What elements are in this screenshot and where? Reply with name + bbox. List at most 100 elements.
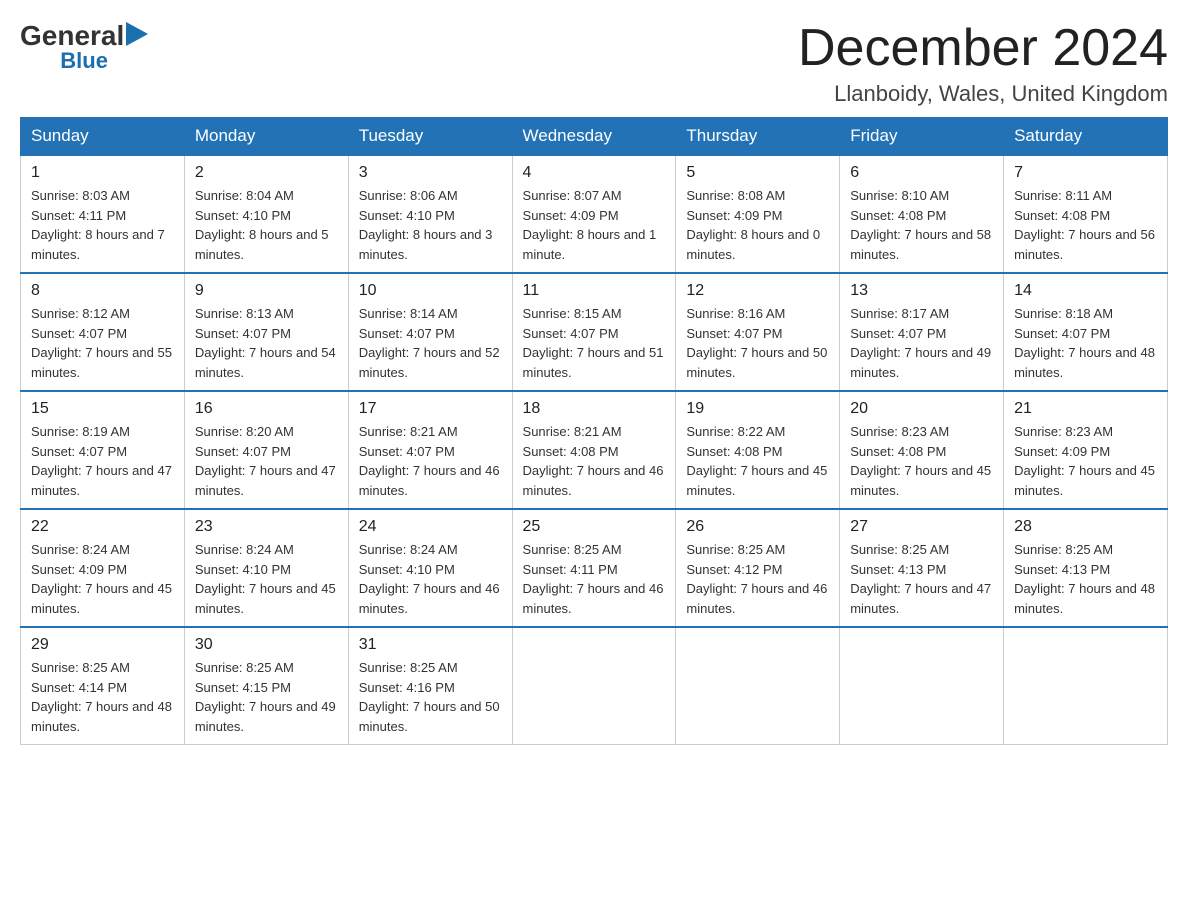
day-info: Sunrise: 8:18 AMSunset: 4:07 PMDaylight:… bbox=[1014, 304, 1157, 382]
day-number: 13 bbox=[850, 282, 993, 300]
calendar-cell: 3Sunrise: 8:06 AMSunset: 4:10 PMDaylight… bbox=[348, 155, 512, 273]
day-info: Sunrise: 8:17 AMSunset: 4:07 PMDaylight:… bbox=[850, 304, 993, 382]
calendar-week-1: 1 Sunrise: 8:03 AMSunset: 4:11 PMDaylight… bbox=[21, 155, 1168, 273]
calendar-cell: 26 Sunrise: 8:25 AMSunset: 4:12 PMDayligh… bbox=[676, 509, 840, 627]
day-number: 29 bbox=[31, 636, 174, 654]
day-info: Sunrise: 8:19 AMSunset: 4:07 PMDaylight:… bbox=[31, 422, 174, 500]
calendar-cell: 8Sunrise: 8:12 AMSunset: 4:07 PMDaylight… bbox=[21, 273, 185, 391]
calendar-cell: 22Sunrise: 8:24 AMSunset: 4:09 PMDayligh… bbox=[21, 509, 185, 627]
calendar-header-tuesday: Tuesday bbox=[348, 118, 512, 156]
day-info: Sunrise: 8:07 AMSunset: 4:09 PMDaylight:… bbox=[523, 186, 666, 264]
day-info: Sunrise: 8:21 AMSunset: 4:08 PMDaylight:… bbox=[523, 422, 666, 500]
calendar-header-sunday: Sunday bbox=[21, 118, 185, 156]
calendar-cell: 10Sunrise: 8:14 AMSunset: 4:07 PMDayligh… bbox=[348, 273, 512, 391]
day-info: Sunrise: 8:15 AMSunset: 4:07 PMDaylight:… bbox=[523, 304, 666, 382]
day-info: Sunrise: 8:25 AMSunset: 4:13 PMDaylight:… bbox=[1014, 540, 1157, 618]
day-number: 16 bbox=[195, 400, 338, 418]
day-number: 1 bbox=[31, 164, 174, 182]
day-number: 28 bbox=[1014, 518, 1157, 536]
day-number: 11 bbox=[523, 282, 666, 300]
day-number: 14 bbox=[1014, 282, 1157, 300]
calendar-header-friday: Friday bbox=[840, 118, 1004, 156]
day-number: 8 bbox=[31, 282, 174, 300]
calendar-cell: 17Sunrise: 8:21 AMSunset: 4:07 PMDayligh… bbox=[348, 391, 512, 509]
calendar-header-wednesday: Wednesday bbox=[512, 118, 676, 156]
day-info: Sunrise: 8:04 AMSunset: 4:10 PMDaylight:… bbox=[195, 186, 338, 264]
calendar-cell: 28 Sunrise: 8:25 AMSunset: 4:13 PMDayligh… bbox=[1004, 509, 1168, 627]
logo-blue: Blue bbox=[20, 48, 148, 74]
calendar-cell: 16 Sunrise: 8:20 AMSunset: 4:07 PMDayligh… bbox=[184, 391, 348, 509]
calendar-cell bbox=[1004, 627, 1168, 745]
day-info: Sunrise: 8:25 AMSunset: 4:14 PMDaylight:… bbox=[31, 658, 174, 736]
calendar-cell: 15 Sunrise: 8:19 AMSunset: 4:07 PMDayligh… bbox=[21, 391, 185, 509]
calendar-week-5: 29 Sunrise: 8:25 AMSunset: 4:14 PMDayligh… bbox=[21, 627, 1168, 745]
day-info: Sunrise: 8:25 AMSunset: 4:12 PMDaylight:… bbox=[686, 540, 829, 618]
day-number: 5 bbox=[686, 164, 829, 182]
calendar-subtitle: Llanboidy, Wales, United Kingdom bbox=[798, 81, 1168, 107]
day-info: Sunrise: 8:24 AMSunset: 4:10 PMDaylight:… bbox=[195, 540, 338, 618]
day-info: Sunrise: 8:10 AMSunset: 4:08 PMDaylight:… bbox=[850, 186, 993, 264]
day-number: 31 bbox=[359, 636, 502, 654]
calendar-cell: 14 Sunrise: 8:18 AMSunset: 4:07 PMDayligh… bbox=[1004, 273, 1168, 391]
day-info: Sunrise: 8:08 AMSunset: 4:09 PMDaylight:… bbox=[686, 186, 829, 264]
day-number: 23 bbox=[195, 518, 338, 536]
day-info: Sunrise: 8:23 AMSunset: 4:09 PMDaylight:… bbox=[1014, 422, 1157, 500]
day-number: 26 bbox=[686, 518, 829, 536]
day-number: 27 bbox=[850, 518, 993, 536]
day-number: 24 bbox=[359, 518, 502, 536]
day-number: 9 bbox=[195, 282, 338, 300]
day-number: 25 bbox=[523, 518, 666, 536]
calendar-cell: 29 Sunrise: 8:25 AMSunset: 4:14 PMDayligh… bbox=[21, 627, 185, 745]
page-header: General Blue December 2024 Llanboidy, Wa… bbox=[20, 20, 1168, 107]
day-info: Sunrise: 8:13 AMSunset: 4:07 PMDaylight:… bbox=[195, 304, 338, 382]
day-info: Sunrise: 8:25 AMSunset: 4:15 PMDaylight:… bbox=[195, 658, 338, 736]
day-number: 19 bbox=[686, 400, 829, 418]
calendar-cell: 27 Sunrise: 8:25 AMSunset: 4:13 PMDayligh… bbox=[840, 509, 1004, 627]
day-number: 10 bbox=[359, 282, 502, 300]
calendar-cell: 13 Sunrise: 8:17 AMSunset: 4:07 PMDayligh… bbox=[840, 273, 1004, 391]
day-info: Sunrise: 8:23 AMSunset: 4:08 PMDaylight:… bbox=[850, 422, 993, 500]
day-number: 21 bbox=[1014, 400, 1157, 418]
day-number: 20 bbox=[850, 400, 993, 418]
logo-icon bbox=[126, 22, 148, 46]
day-info: Sunrise: 8:22 AMSunset: 4:08 PMDaylight:… bbox=[686, 422, 829, 500]
calendar-cell: 6 Sunrise: 8:10 AMSunset: 4:08 PMDaylight… bbox=[840, 155, 1004, 273]
calendar-cell: 30 Sunrise: 8:25 AMSunset: 4:15 PMDayligh… bbox=[184, 627, 348, 745]
calendar-cell: 1 Sunrise: 8:03 AMSunset: 4:11 PMDaylight… bbox=[21, 155, 185, 273]
day-number: 18 bbox=[523, 400, 666, 418]
calendar-cell: 9 Sunrise: 8:13 AMSunset: 4:07 PMDaylight… bbox=[184, 273, 348, 391]
day-info: Sunrise: 8:25 AMSunset: 4:11 PMDaylight:… bbox=[523, 540, 666, 618]
calendar-header-saturday: Saturday bbox=[1004, 118, 1168, 156]
calendar-cell: 20 Sunrise: 8:23 AMSunset: 4:08 PMDayligh… bbox=[840, 391, 1004, 509]
day-number: 2 bbox=[195, 164, 338, 182]
day-info: Sunrise: 8:25 AMSunset: 4:13 PMDaylight:… bbox=[850, 540, 993, 618]
calendar-cell bbox=[840, 627, 1004, 745]
calendar-cell: 19 Sunrise: 8:22 AMSunset: 4:08 PMDayligh… bbox=[676, 391, 840, 509]
calendar-cell bbox=[676, 627, 840, 745]
day-number: 7 bbox=[1014, 164, 1157, 182]
day-info: Sunrise: 8:03 AMSunset: 4:11 PMDaylight:… bbox=[31, 186, 174, 264]
calendar-week-3: 15 Sunrise: 8:19 AMSunset: 4:07 PMDayligh… bbox=[21, 391, 1168, 509]
day-info: Sunrise: 8:20 AMSunset: 4:07 PMDaylight:… bbox=[195, 422, 338, 500]
calendar-cell: 21 Sunrise: 8:23 AMSunset: 4:09 PMDayligh… bbox=[1004, 391, 1168, 509]
day-number: 12 bbox=[686, 282, 829, 300]
day-info: Sunrise: 8:16 AMSunset: 4:07 PMDaylight:… bbox=[686, 304, 829, 382]
calendar-cell: 25 Sunrise: 8:25 AMSunset: 4:11 PMDayligh… bbox=[512, 509, 676, 627]
calendar-cell: 11 Sunrise: 8:15 AMSunset: 4:07 PMDayligh… bbox=[512, 273, 676, 391]
calendar-title: December 2024 bbox=[798, 20, 1168, 77]
day-info: Sunrise: 8:11 AMSunset: 4:08 PMDaylight:… bbox=[1014, 186, 1157, 264]
calendar-cell: 2 Sunrise: 8:04 AMSunset: 4:10 PMDaylight… bbox=[184, 155, 348, 273]
calendar-cell: 23 Sunrise: 8:24 AMSunset: 4:10 PMDayligh… bbox=[184, 509, 348, 627]
calendar-cell: 4 Sunrise: 8:07 AMSunset: 4:09 PMDaylight… bbox=[512, 155, 676, 273]
day-number: 30 bbox=[195, 636, 338, 654]
day-number: 3 bbox=[359, 164, 502, 182]
day-number: 17 bbox=[359, 400, 502, 418]
day-number: 6 bbox=[850, 164, 993, 182]
day-number: 15 bbox=[31, 400, 174, 418]
day-info: Sunrise: 8:24 AMSunset: 4:09 PMDaylight:… bbox=[31, 540, 174, 618]
day-number: 4 bbox=[523, 164, 666, 182]
calendar-header-monday: Monday bbox=[184, 118, 348, 156]
calendar-header-thursday: Thursday bbox=[676, 118, 840, 156]
calendar-cell: 31Sunrise: 8:25 AMSunset: 4:16 PMDayligh… bbox=[348, 627, 512, 745]
calendar-table: SundayMondayTuesdayWednesdayThursdayFrid… bbox=[20, 117, 1168, 745]
